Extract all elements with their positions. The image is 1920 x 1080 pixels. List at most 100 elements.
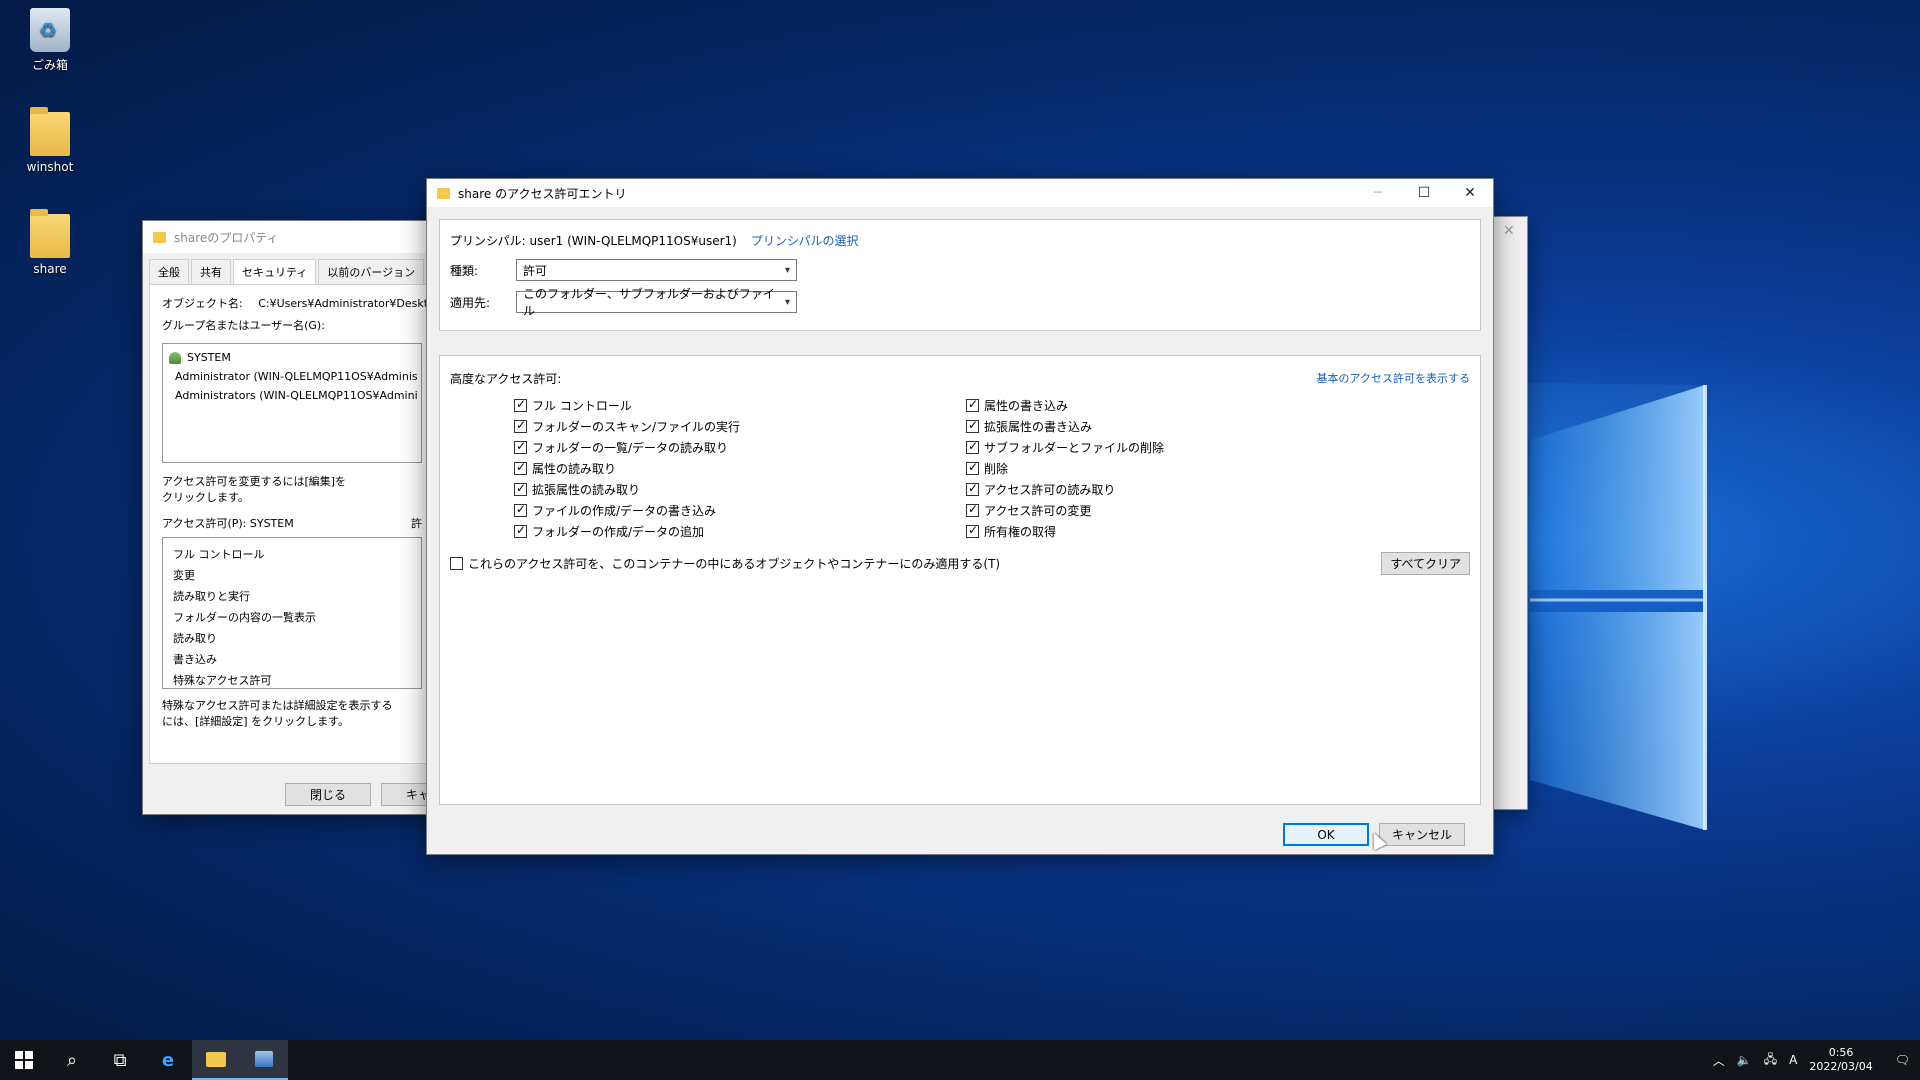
advanced-label: 高度なアクセス許可: (450, 372, 562, 386)
permission-checkbox[interactable] (966, 397, 979, 412)
tab-security[interactable]: セキュリティ (233, 259, 317, 284)
permission-row[interactable]: サブフォルダーとファイルの削除 (966, 437, 1418, 458)
permission-checkbox[interactable] (966, 418, 979, 433)
list-item[interactable]: SYSTEM (169, 348, 415, 367)
permission-checkbox[interactable] (966, 523, 979, 538)
clear-all-button[interactable]: すべてクリア (1381, 552, 1470, 575)
permission-row[interactable]: フォルダーのスキャン/ファイルの実行 (514, 416, 966, 437)
list-item[interactable]: Administrators (WIN-QLELMQP11OS¥Admini (169, 386, 418, 405)
applies-to-select[interactable]: このフォルダー、サブフォルダーおよびファイル ▾ (516, 287, 797, 318)
permission-checkbox[interactable] (514, 481, 527, 496)
task-view-icon[interactable]: ⧉ (96, 1040, 144, 1080)
properties-title: shareのプロパティ (174, 230, 279, 245)
permission-checkbox[interactable] (966, 439, 979, 454)
type-value: 許可 (523, 263, 548, 278)
apply-only-checkbox[interactable] (450, 557, 463, 570)
object-name-label: オブジェクト名: (162, 297, 243, 310)
apply-only-option[interactable]: これらのアクセス許可を、このコンテナーの中にあるオブジェクトやコンテナーにのみ適… (450, 555, 1000, 572)
permission-row[interactable]: アクセス許可の変更 (966, 500, 1418, 521)
list-item: 読み取り (173, 632, 217, 645)
permission-checkbox[interactable] (514, 439, 527, 454)
close-icon[interactable]: ✕ (1447, 179, 1493, 207)
permission-checkbox[interactable] (514, 502, 527, 517)
list-item: 書き込み (173, 653, 217, 666)
user-listbox[interactable]: SYSTEM Administrator (WIN-QLELMQP11OS¥Ad… (162, 343, 422, 463)
type-label: 種類: (450, 263, 479, 278)
server-manager-icon[interactable] (240, 1040, 288, 1080)
permission-row[interactable]: フル コントロール (514, 395, 966, 416)
permission-row[interactable]: 属性の書き込み (966, 395, 1418, 416)
permission-label: フォルダーの一覧/データの読み取り (532, 441, 729, 455)
permission-entry-dialog[interactable]: share のアクセス許可エントリ ─ ☐ ✕ プリンシパル: user1 (W… (426, 178, 1494, 855)
search-icon[interactable]: ⌕ (48, 1040, 96, 1080)
permission-row[interactable]: 属性の読み取り (514, 458, 966, 479)
show-basic-permissions-link[interactable]: 基本のアクセス許可を表示する (1317, 370, 1470, 387)
select-principal-link[interactable]: プリンシパルの選択 (751, 232, 859, 249)
permission-checkbox[interactable] (966, 481, 979, 496)
clock[interactable]: 0:56 2022/03/04 (1809, 1046, 1872, 1074)
permission-label: フォルダーの作成/データの追加 (532, 525, 705, 539)
permission-label: 属性の書き込み (984, 399, 1069, 413)
tab-sharing[interactable]: 共有 (191, 259, 231, 284)
ok-button[interactable]: OK (1283, 823, 1369, 846)
type-select[interactable]: 許可 ▾ (516, 259, 797, 281)
permission-row[interactable]: 削除 (966, 458, 1418, 479)
principal-group: プリンシパル: user1 (WIN-QLELMQP11OS¥user1) プリ… (439, 219, 1481, 331)
file-explorer-icon[interactable] (192, 1040, 240, 1080)
permission-row[interactable]: ファイルの作成/データの書き込み (514, 500, 966, 521)
permission-checkbox[interactable] (514, 523, 527, 538)
minimize-icon[interactable]: ─ (1355, 179, 1401, 207)
network-icon[interactable]: 🖧 (1764, 1050, 1777, 1071)
tab-general[interactable]: 全般 (149, 259, 189, 284)
applies-to-value: このフォルダー、サブフォルダーおよびファイル (523, 287, 775, 318)
chevron-down-icon: ▾ (784, 296, 790, 308)
permission-label: フォルダーのスキャン/ファイルの実行 (532, 420, 741, 434)
chevron-up-icon[interactable]: ︿ (1713, 1052, 1725, 1069)
permission-checkbox[interactable] (966, 460, 979, 475)
windows-logo-icon (15, 1051, 33, 1069)
properties-window[interactable]: shareのプロパティ 全般 共有 セキュリティ 以前のバージョン カス オブジ… (142, 220, 467, 815)
permission-column-right: 属性の書き込み拡張属性の書き込みサブフォルダーとファイルの削除削除アクセス許可の… (966, 395, 1418, 542)
maximize-icon[interactable]: ☐ (1401, 179, 1447, 207)
ime-indicator[interactable]: A (1789, 1053, 1797, 1067)
desktop-icon-label: share (33, 262, 67, 276)
properties-tabs: 全般 共有 セキュリティ 以前のバージョン カス (143, 253, 467, 284)
permission-checkbox[interactable] (514, 418, 527, 433)
list-item[interactable]: Administrator (WIN-QLELMQP11OS¥Adminis (169, 367, 418, 386)
folder-icon (30, 107, 70, 156)
permission-row[interactable]: フォルダーの一覧/データの読み取り (514, 437, 966, 458)
desktop-icon-share[interactable]: share (14, 209, 86, 276)
volume-muted-icon[interactable]: 🔈 (1737, 1053, 1752, 1067)
permission-row[interactable]: 拡張属性の読み取り (514, 479, 966, 500)
permission-column-left: フル コントロールフォルダーのスキャン/ファイルの実行フォルダーの一覧/データの… (514, 395, 966, 542)
permission-row[interactable]: 拡張属性の書き込み (966, 416, 1418, 437)
desktop-icon-winshot[interactable]: winshot (14, 107, 86, 174)
permission-row[interactable]: アクセス許可の読み取り (966, 479, 1418, 500)
permission-label: アクセス許可の変更 (984, 504, 1092, 518)
chevron-down-icon: ▾ (784, 264, 790, 276)
perm-header: アクセス許可(P): SYSTEM 許 (162, 515, 422, 531)
permission-checkbox[interactable] (966, 502, 979, 517)
start-button[interactable] (0, 1040, 48, 1080)
internet-explorer-icon[interactable]: e (144, 1040, 192, 1080)
desktop-icon-recycle-bin[interactable]: ごみ箱 (14, 8, 86, 73)
notification-icon[interactable]: 🗨 (1895, 1053, 1910, 1067)
list-item: フル コントロール (173, 548, 265, 561)
clock-time: 0:56 (1828, 1046, 1854, 1059)
permission-checkbox[interactable] (514, 397, 527, 412)
permission-row[interactable]: 所有権の取得 (966, 521, 1418, 542)
permission-label: 所有権の取得 (984, 525, 1057, 539)
tab-previous-versions[interactable]: 以前のバージョン (318, 259, 425, 284)
cancel-button[interactable]: キャンセル (1379, 823, 1465, 846)
close-button[interactable]: 閉じる (285, 783, 371, 806)
permission-row[interactable]: フォルダーの作成/データの追加 (514, 521, 966, 542)
list-item: 特殊なアクセス許可 (173, 674, 272, 687)
principal-label: プリンシパル: user1 (WIN-QLELMQP11OS¥user1) (450, 234, 737, 248)
applies-to-field: 適用先: このフォルダー、サブフォルダーおよびファイル ▾ (450, 287, 1470, 318)
user-name: Administrators (WIN-QLELMQP11OS¥Admini (175, 389, 418, 402)
properties-titlebar[interactable]: shareのプロパティ (143, 221, 441, 253)
permission-checkbox[interactable] (514, 460, 527, 475)
object-name-row: オブジェクト名: C:¥Users¥Administrator¥Desktop (162, 295, 442, 311)
dialog-titlebar[interactable]: share のアクセス許可エントリ ─ ☐ ✕ (427, 179, 1493, 207)
permission-label: 拡張属性の書き込み (984, 420, 1093, 434)
